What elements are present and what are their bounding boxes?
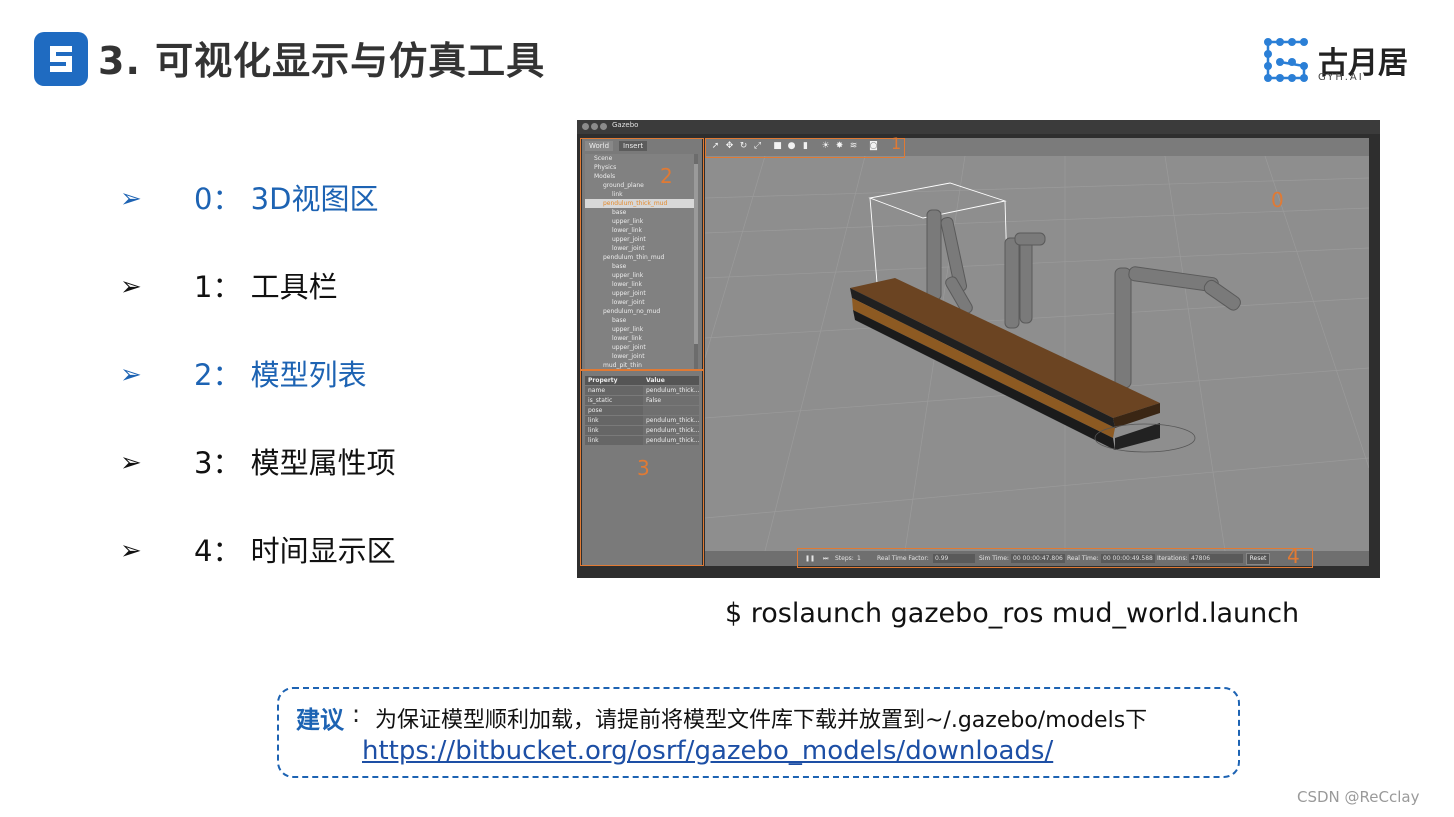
zone-2-label: 2 <box>660 164 673 188</box>
bullet-text: 1： 工具栏 <box>194 270 338 304</box>
minimize-icon[interactable] <box>591 123 598 130</box>
bullet-text: 0： 3D视图区 <box>194 182 379 216</box>
zone-2-outline <box>580 138 704 370</box>
bullet-text: 4： 时间显示区 <box>194 534 396 568</box>
models-download-link[interactable]: https://bitbucket.org/osrf/gazebo_models… <box>362 736 1053 766</box>
brand-sub: GYH.AI <box>1318 72 1364 83</box>
gazebo-window-title: Gazebo <box>612 121 639 129</box>
gazebo-titlebar: Gazebo <box>577 120 1380 134</box>
brand-logo: 古月居 GYH.AI <box>1262 36 1422 86</box>
gyh-logo-icon <box>1264 38 1308 82</box>
close-icon[interactable] <box>582 123 589 130</box>
arrow-bullet-icon: ➢ <box>120 360 142 390</box>
zone-1-outline <box>705 138 905 158</box>
watermark: CSDN @ReCclay <box>1297 788 1420 806</box>
suggestion-text: 为保证模型顺利加载，请提前将模型文件库下载并放置到~/.gazebo/model… <box>375 708 1148 733</box>
zone-4-label: 4 <box>1287 544 1300 568</box>
launch-command: $ roslaunch gazebo_ros mud_world.launch <box>725 598 1300 629</box>
bullet-text: 3： 模型属性项 <box>194 446 396 480</box>
zone-0-label: 0 <box>1271 188 1284 212</box>
arrow-bullet-icon: ➢ <box>120 536 142 566</box>
suggestion-colon: : <box>352 700 361 728</box>
zone-4-outline <box>797 548 1313 568</box>
3d-viewport[interactable]: ➚ ✥ ↻ ⤢ ■ ● ▮ ☀ ✸ ≋ ◙ ❚❚ ⏭ Steps: 1 Real Time Fact… <box>705 138 1369 566</box>
maximize-icon[interactable] <box>600 123 607 130</box>
zone-1-label: 1 <box>891 134 902 153</box>
gazebo-window: Gazebo World Insert Scene Physics Models gr… <box>577 120 1380 578</box>
zone-3-label: 3 <box>637 456 650 480</box>
arrow-bullet-icon: ➢ <box>120 448 142 478</box>
arrow-bullet-icon: ➢ <box>120 272 142 302</box>
scene-render <box>705 155 1369 552</box>
slide-title: 3. 可视化显示与仿真工具 <box>98 39 546 83</box>
logo-left <box>34 32 88 86</box>
arrow-bullet-icon: ➢ <box>120 184 142 214</box>
s-logo-icon <box>50 46 72 72</box>
suggestion-label: 建议 <box>296 706 344 734</box>
bullet-text: 2： 模型列表 <box>194 358 367 392</box>
